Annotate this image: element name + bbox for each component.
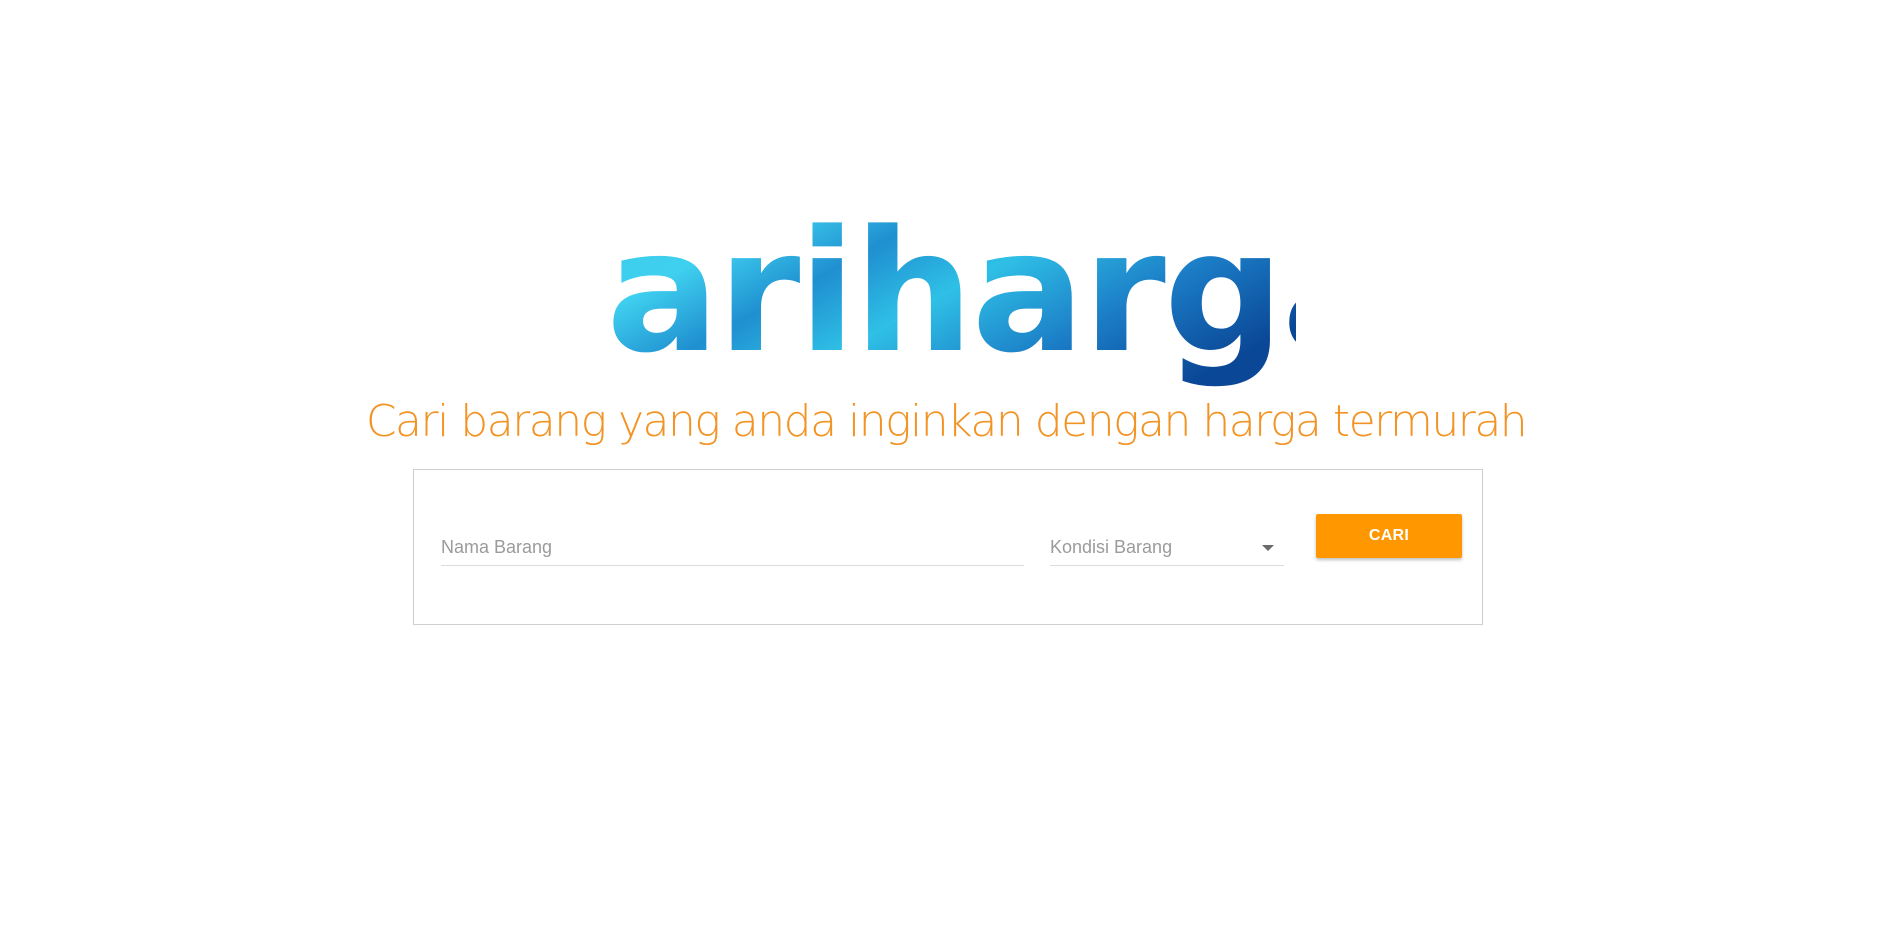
search-button[interactable]: CARI: [1316, 514, 1462, 558]
condition-select[interactable]: Kondisi Barang: [1050, 530, 1284, 566]
cariharga-logo: cariharga: [606, 210, 1296, 390]
item-name-field: [441, 530, 1024, 566]
search-panel: Kondisi Barang CARI: [413, 469, 1483, 625]
logo-text: cariharga: [606, 210, 1296, 390]
condition-select-value: Kondisi Barang: [1050, 537, 1173, 557]
tagline: Cari barang yang anda inginkan dengan ha…: [365, 396, 1528, 447]
page: cariharga Cari barang yang anda inginkan…: [0, 0, 1877, 929]
caret-down-icon: [1262, 545, 1274, 551]
item-name-input[interactable]: [441, 530, 1024, 564]
